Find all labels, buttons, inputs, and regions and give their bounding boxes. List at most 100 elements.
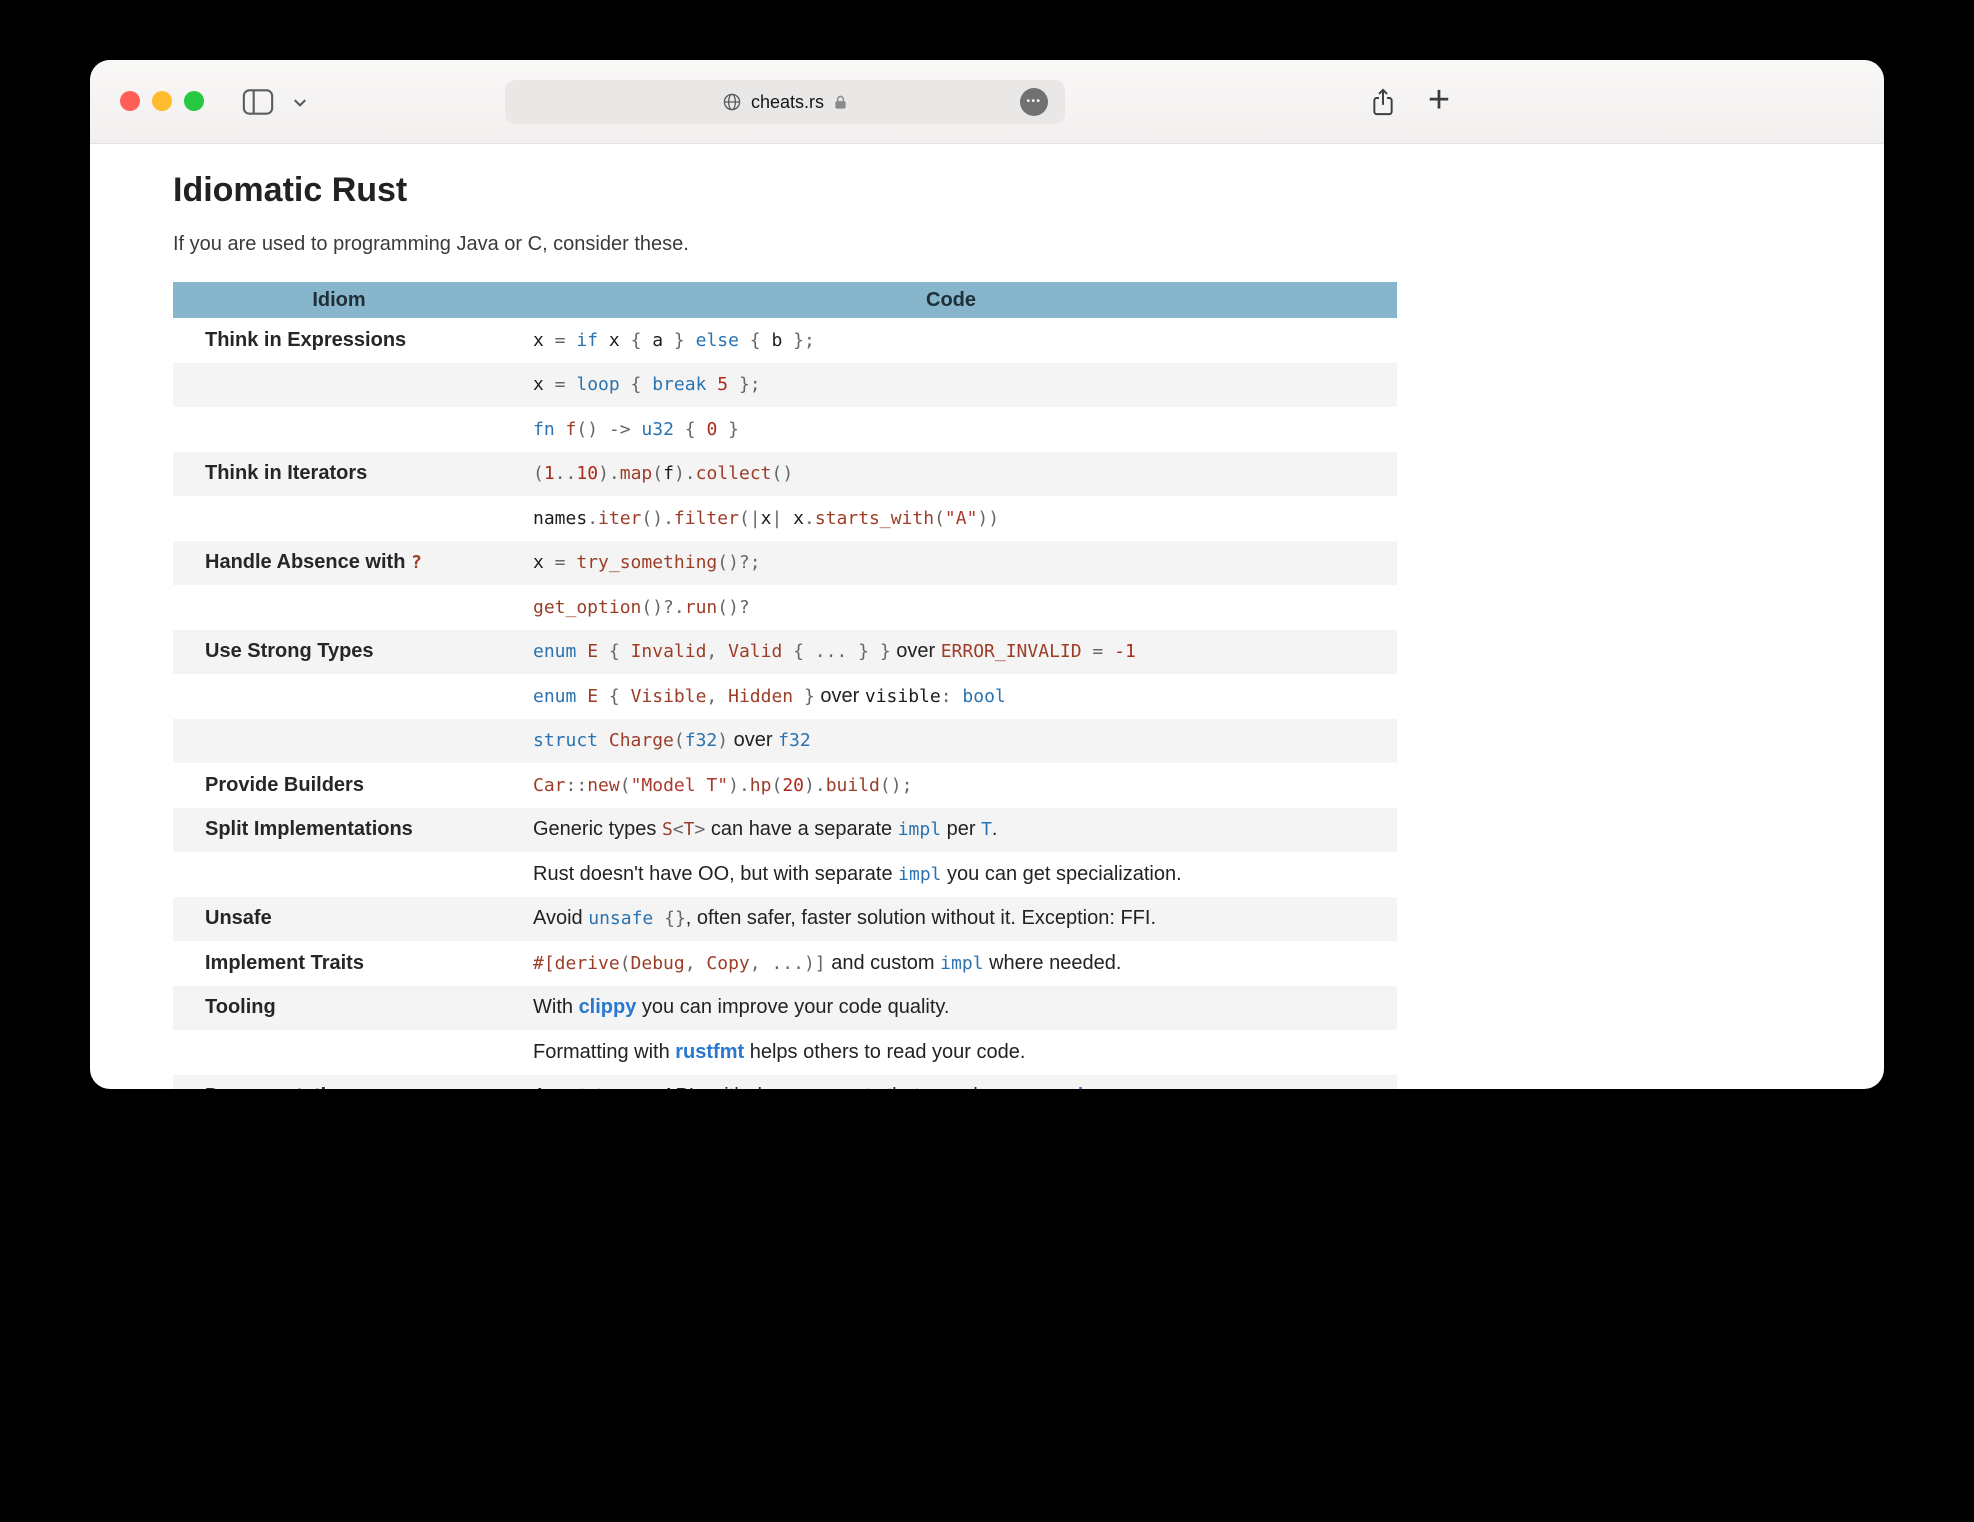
code-token: E — [587, 686, 598, 707]
inline-link[interactable]: rustfmt — [675, 1041, 744, 1063]
window-controls — [120, 91, 204, 111]
code-token: f — [663, 463, 674, 484]
table-head: Idiom Code — [173, 282, 1397, 318]
code-token: build — [826, 775, 880, 796]
table-row: Provide BuildersCar::new("Model T").hp(2… — [173, 763, 1397, 808]
code-cell: #[derive(Debug, Copy, ...)] and custom i… — [505, 941, 1397, 986]
code-token: Unsafe — [205, 907, 272, 929]
code-token: < — [673, 819, 684, 840]
table-row: ToolingWith clippy you can improve your … — [173, 986, 1397, 1031]
code-token: ( — [533, 463, 544, 484]
sidebar-toggle-icon[interactable] — [242, 88, 274, 116]
code-token: names — [533, 508, 587, 529]
page-menu-icon[interactable] — [1020, 88, 1048, 116]
table-row: struct Charge(f32) over f32 — [173, 719, 1397, 764]
code-token: Charge — [609, 730, 674, 751]
code-token: visible — [865, 686, 941, 707]
code-cell: Avoid unsafe {}, often safer, faster sol… — [505, 897, 1397, 942]
code-token: x — [761, 508, 772, 529]
code-token: Valid — [728, 641, 782, 662]
idiom-cell — [173, 852, 505, 897]
code-token: ( — [620, 953, 631, 974]
code-token: T — [684, 819, 695, 840]
code-token: struct — [533, 730, 598, 751]
code-token: 0 — [706, 419, 717, 440]
intro-text: If you are used to programming Java or C… — [173, 231, 1884, 258]
code-token: { — [631, 330, 642, 351]
code-token: } — [717, 419, 739, 440]
minimize-window-button[interactable] — [152, 91, 172, 111]
code-token — [576, 686, 587, 707]
code-token: 5 — [717, 374, 728, 395]
code-token: . — [804, 508, 815, 529]
address-text: cheats.rs — [751, 92, 824, 113]
inline-link[interactable]: docs.rs — [1071, 1085, 1142, 1089]
code-token: ( — [934, 508, 945, 529]
code-token: ). — [674, 463, 696, 484]
zoom-window-button[interactable] — [184, 91, 204, 111]
code-token: and custom — [826, 952, 941, 974]
code-token: u32 — [641, 419, 674, 440]
code-token: can have a separate — [705, 818, 897, 840]
code-token: unsafe — [588, 908, 653, 929]
code-token: Implement Traits — [205, 952, 364, 974]
code-token: try_something — [576, 552, 717, 573]
code-token: Generic types — [533, 818, 662, 840]
code-token: ( — [620, 775, 631, 796]
code-token: .. — [555, 463, 577, 484]
code-token: over — [891, 640, 941, 662]
code-token: , — [706, 686, 728, 707]
code-token: Avoid — [533, 907, 588, 929]
code-token: ). — [598, 463, 620, 484]
browser-window: cheats.rs + Idiomatic Rust If you are us… — [90, 60, 1884, 1089]
code-token: else — [696, 330, 739, 351]
code-token: Split Implementations — [205, 818, 413, 840]
code-token: :: — [566, 775, 588, 796]
chevron-down-icon[interactable] — [293, 98, 307, 108]
code-token: enum — [533, 641, 576, 662]
code-token: Car — [533, 775, 566, 796]
share-icon[interactable] — [1368, 87, 1398, 117]
idiom-cell — [173, 363, 505, 408]
table-row: Implement Traits #[derive(Debug, Copy, ..… — [173, 941, 1397, 986]
code-token: enum — [533, 686, 576, 707]
code-token: starts_with — [815, 508, 934, 529]
idiom-cell — [173, 407, 505, 452]
code-token: Use Strong Types — [205, 640, 374, 662]
code-token: map — [620, 463, 653, 484]
code-token: 20 — [782, 775, 804, 796]
table-row: get_option()?.run()? — [173, 585, 1397, 630]
code-cell: (1..10).map(f).collect() — [505, 452, 1397, 497]
idiom-cell: Split Implementations — [173, 808, 505, 853]
code-token: With — [533, 996, 579, 1018]
idiom-cell — [173, 496, 505, 541]
idiom-cell: Implement Traits — [173, 941, 505, 986]
code-token: filter — [674, 508, 739, 529]
inline-link[interactable]: clippy — [579, 996, 637, 1018]
code-token: )) — [977, 508, 999, 529]
code-token: helps others to read your code. — [744, 1041, 1025, 1063]
code-token: ? — [411, 552, 422, 573]
code-token: run — [685, 597, 718, 618]
code-token: | — [771, 508, 793, 529]
code-token: "A" — [945, 508, 978, 529]
close-window-button[interactable] — [120, 91, 140, 111]
code-token: x — [793, 508, 804, 529]
code-token: #[derive — [533, 953, 620, 974]
code-token: loop — [576, 374, 619, 395]
table-row: Handle Absence with ?x = try_something()… — [173, 541, 1397, 586]
code-token: }; — [782, 330, 815, 351]
idiom-cell: Think in Expressions — [173, 318, 505, 363]
code-token: ()?; — [717, 552, 760, 573]
code-token: = — [1082, 641, 1115, 662]
code-token: -1 — [1114, 641, 1136, 662]
code-token: x — [533, 552, 544, 573]
code-cell: get_option()?.run()? — [505, 585, 1397, 630]
code-token: over — [815, 685, 865, 707]
code-token: , — [706, 641, 728, 662]
code-token: f32 — [778, 730, 811, 751]
new-tab-icon[interactable]: + — [1424, 87, 1454, 117]
column-header-code: Code — [505, 282, 1397, 318]
address-bar[interactable]: cheats.rs — [505, 80, 1065, 124]
code-token: break — [652, 374, 706, 395]
